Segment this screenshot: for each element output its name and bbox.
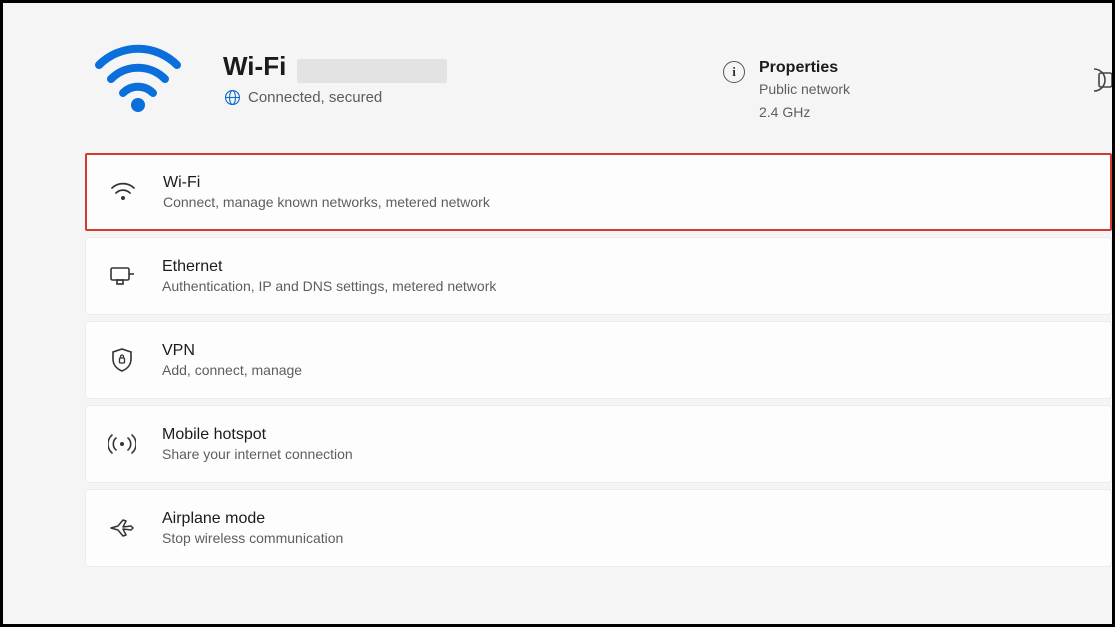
info-icon: i <box>723 61 745 83</box>
wifi-icon <box>109 178 137 206</box>
properties-title: Properties <box>759 59 850 77</box>
globe-icon <box>223 89 241 107</box>
card-subtitle: Connect, manage known networks, metered … <box>163 194 490 210</box>
card-subtitle: Add, connect, manage <box>162 362 302 378</box>
card-subtitle: Authentication, IP and DNS settings, met… <box>162 278 496 294</box>
data-usage-icon[interactable] <box>1090 63 1112 97</box>
properties-button[interactable]: i Properties Public network 2.4 GHz <box>723 59 850 123</box>
connection-title: Wi-Fi <box>223 51 286 82</box>
ethernet-icon <box>108 262 136 290</box>
mobile-hotspot-card[interactable]: Mobile hotspot Share your internet conne… <box>85 405 1112 483</box>
card-title: VPN <box>162 342 302 360</box>
card-title: Ethernet <box>162 258 496 276</box>
shield-lock-icon <box>108 346 136 374</box>
card-title: Wi-Fi <box>163 174 490 192</box>
vpn-settings-card[interactable]: VPN Add, connect, manage <box>85 321 1112 399</box>
airplane-mode-card[interactable]: Airplane mode Stop wireless communicatio… <box>85 489 1112 567</box>
wifi-settings-card[interactable]: Wi-Fi Connect, manage known networks, me… <box>85 153 1112 231</box>
card-subtitle: Stop wireless communication <box>162 530 343 546</box>
network-options-list: Wi-Fi Connect, manage known networks, me… <box>3 153 1112 567</box>
wifi-icon <box>88 33 188 113</box>
connection-status: Connected, secured <box>248 89 382 106</box>
hotspot-icon <box>108 430 136 458</box>
card-title: Mobile hotspot <box>162 426 353 444</box>
card-subtitle: Share your internet connection <box>162 446 353 462</box>
airplane-icon <box>108 514 136 542</box>
settings-network-panel: Wi-Fi Connected, secured i Properties Pu… <box>0 0 1115 627</box>
connection-header: Wi-Fi Connected, secured <box>3 3 1112 153</box>
ethernet-settings-card[interactable]: Ethernet Authentication, IP and DNS sett… <box>85 237 1112 315</box>
properties-band: 2.4 GHz <box>759 102 850 123</box>
card-title: Airplane mode <box>162 510 343 528</box>
network-name-redacted <box>297 59 447 83</box>
properties-network-type: Public network <box>759 79 850 100</box>
